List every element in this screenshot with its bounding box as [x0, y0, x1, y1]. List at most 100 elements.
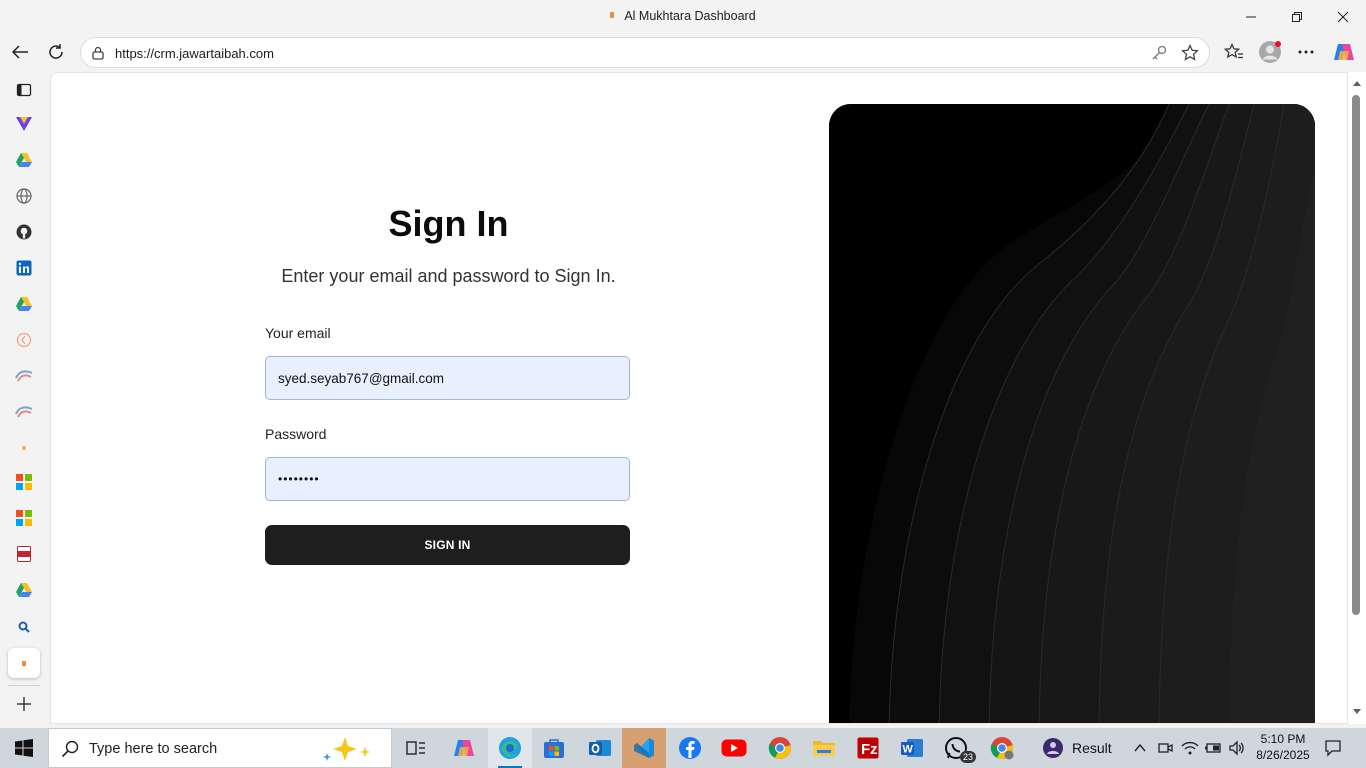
add-icon[interactable] — [14, 694, 34, 714]
microsoft-apps-icon[interactable] — [14, 472, 34, 492]
folder-icon — [813, 741, 835, 756]
whatsapp-badge: 23 — [959, 751, 976, 763]
edge-taskbar-button[interactable] — [488, 728, 532, 768]
password-label: Password — [265, 426, 327, 442]
word-taskbar-button[interactable]: W — [890, 728, 934, 768]
windows-logo-icon — [15, 739, 33, 757]
svg-text:Fz: Fz — [861, 741, 878, 758]
scroll-up-icon[interactable] — [1352, 79, 1362, 87]
title-bar: Al Mukhtara Dashboard — [0, 0, 1366, 34]
scrollbar-thumb[interactable] — [1352, 95, 1360, 615]
sparkle-icon — [323, 737, 370, 761]
facebook-taskbar-button[interactable] — [668, 728, 712, 768]
scroll-down-icon[interactable] — [1352, 708, 1362, 716]
copilot-taskbar-icon — [454, 740, 474, 756]
volume-icon[interactable] — [1228, 740, 1246, 756]
more-menu-button[interactable] — [1292, 38, 1320, 66]
address-bar[interactable]: https://crm.jawartaibah.com — [80, 37, 1210, 68]
outlook-taskbar-button[interactable] — [578, 728, 622, 768]
email-label: Your email — [265, 325, 331, 341]
github-icon[interactable] — [14, 222, 34, 242]
clock-time: 5:10 PM — [1260, 732, 1306, 746]
favorites-icon — [1224, 43, 1243, 59]
vscode-icon — [634, 738, 654, 758]
browser-toolbar: https://crm.jawartaibah.com — [0, 34, 1366, 72]
start-button[interactable] — [0, 728, 48, 768]
google-drive-icon-2[interactable] — [14, 294, 34, 314]
task-view-button[interactable] — [394, 728, 438, 768]
battery-icon[interactable] — [1204, 741, 1222, 755]
refresh-icon — [49, 44, 63, 59]
store-taskbar-button[interactable] — [532, 728, 576, 768]
favorite-star-icon[interactable] — [1181, 44, 1199, 62]
copilot-icon — [1334, 44, 1354, 60]
avatar — [1259, 41, 1281, 63]
word-icon: W — [901, 739, 923, 757]
vscode-taskbar-button[interactable] — [622, 728, 666, 768]
whatsapp-taskbar-button[interactable]: 23 — [934, 728, 978, 768]
clock-date: 8/26/2025 — [1256, 748, 1310, 762]
minimize-button[interactable] — [1228, 0, 1274, 34]
notifications-icon[interactable] — [1324, 739, 1342, 757]
filezilla-taskbar-button[interactable]: Fz — [846, 728, 890, 768]
back-button[interactable] — [6, 38, 34, 66]
result-label: Result — [1072, 740, 1112, 756]
facebook-icon — [679, 737, 701, 759]
meet-now-icon[interactable] — [1157, 740, 1173, 756]
outlook-icon — [589, 740, 611, 756]
show-hidden-icons-chevron-icon[interactable] — [1134, 743, 1146, 752]
small-app-icon[interactable] — [14, 438, 34, 458]
chrome-taskbar-button[interactable] — [758, 728, 802, 768]
taskbar-search[interactable]: Type here to search — [48, 728, 392, 768]
microsoft-apps-icon-2[interactable] — [14, 508, 34, 528]
restore-button[interactable] — [1274, 0, 1320, 34]
page-viewport: Sign In Enter your email and password to… — [50, 72, 1348, 724]
search-icon — [61, 740, 79, 758]
window-title: Al Mukhtara Dashboard — [624, 9, 756, 23]
windows-taskbar: Type here to search Fz W 23 Result 5:10 … — [0, 728, 1366, 768]
chatgpt-icon[interactable] — [14, 330, 34, 350]
chrome-profile-taskbar-button[interactable] — [980, 728, 1024, 768]
file-explorer-taskbar-button[interactable] — [802, 728, 846, 768]
key-icon[interactable] — [1151, 45, 1167, 61]
pdf-icon[interactable] — [14, 544, 34, 564]
google-drive-icon[interactable] — [14, 150, 34, 170]
close-button[interactable] — [1320, 0, 1366, 34]
window-title-area: Al Mukhtara Dashboard — [0, 9, 1366, 23]
tab-actions-icon[interactable] — [14, 80, 34, 100]
svg-text:W: W — [903, 744, 914, 756]
extension-icon-a[interactable] — [14, 366, 34, 386]
edge-icon — [499, 737, 521, 759]
vue-extension-icon[interactable] — [14, 114, 34, 134]
email-field[interactable]: syed.seyab767@gmail.com — [265, 356, 630, 400]
active-app-icon[interactable] — [8, 648, 40, 678]
globe-icon[interactable] — [14, 186, 34, 206]
extension-icon-b[interactable] — [14, 402, 34, 422]
result-widget-icon — [1043, 738, 1063, 758]
profile-button[interactable] — [1256, 38, 1284, 66]
refresh-button[interactable] — [42, 38, 70, 66]
chrome-icon — [768, 737, 791, 759]
google-drive-icon-3[interactable] — [14, 580, 34, 600]
page-subtitle: Enter your email and password to Sign In… — [281, 266, 616, 286]
linkedin-icon[interactable] — [14, 258, 34, 278]
search-sidebar-icon[interactable] — [14, 617, 34, 637]
more-dots-icon — [1298, 50, 1314, 54]
favorites-button[interactable] — [1220, 38, 1248, 66]
copilot-taskbar-button[interactable] — [442, 728, 486, 768]
password-field[interactable]: •••••••• — [265, 457, 630, 501]
browser-sidebar — [0, 72, 48, 728]
system-clock[interactable]: 5:10 PM 8/26/2025 — [1248, 731, 1318, 763]
sidebar-divider — [8, 685, 40, 686]
back-arrow-icon — [11, 45, 28, 59]
lock-icon[interactable] — [91, 45, 105, 61]
sign-in-button[interactable]: SIGN IN — [265, 525, 630, 565]
result-widget[interactable]: Result — [1040, 728, 1120, 768]
copilot-button[interactable] — [1330, 38, 1358, 66]
abstract-dark-waves — [829, 104, 1315, 723]
youtube-icon — [721, 739, 747, 757]
wifi-icon[interactable] — [1181, 740, 1199, 756]
hero-image — [829, 104, 1315, 723]
youtube-taskbar-button[interactable] — [712, 728, 756, 768]
url-text[interactable]: https://crm.jawartaibah.com — [115, 46, 274, 61]
